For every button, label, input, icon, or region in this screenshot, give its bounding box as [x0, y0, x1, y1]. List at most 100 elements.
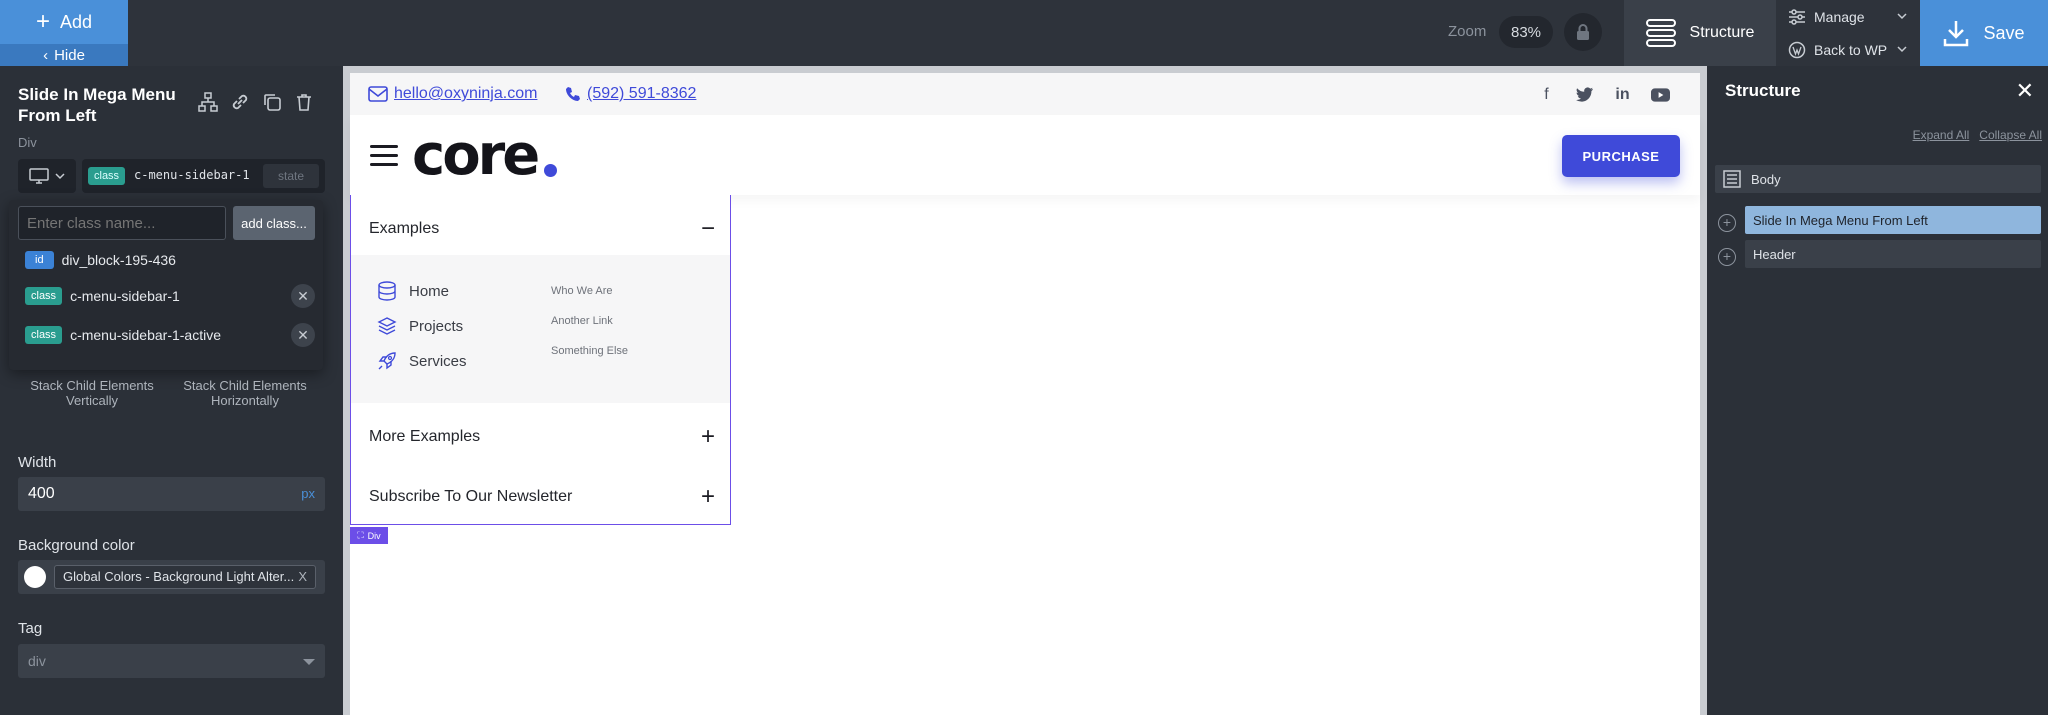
expand-all-link[interactable]: Expand All — [1913, 128, 1970, 142]
linkedin-icon[interactable]: in — [1613, 85, 1632, 104]
stack-vertical-option[interactable]: Stack Child Elements Vertically — [17, 378, 167, 408]
trash-icon[interactable] — [294, 92, 314, 112]
accordion-header[interactable]: More Examples + — [369, 423, 715, 451]
back-to-wp-label: Back to WP — [1814, 41, 1888, 58]
sliders-icon — [1789, 8, 1805, 25]
add-child-icon[interactable]: + — [1718, 248, 1736, 266]
class-selector[interactable]: class c-menu-sidebar-1 state — [82, 159, 325, 193]
menu-link-label: Home — [409, 282, 450, 300]
youtube-icon[interactable] — [1651, 85, 1670, 104]
width-unit[interactable]: px — [301, 486, 315, 501]
add-button[interactable]: + Add — [0, 0, 128, 44]
phone-link[interactable]: (592) 591-8362 — [565, 85, 696, 103]
clear-color-button[interactable]: X — [298, 566, 307, 588]
menu-link-projects[interactable]: Projects — [377, 316, 463, 336]
twitter-icon[interactable] — [1575, 85, 1594, 104]
global-color-pill[interactable]: Global Colors - Background Light Alter..… — [54, 565, 316, 589]
selected-element-type: Div — [367, 530, 381, 541]
class-badge: class — [88, 167, 126, 185]
mega-menu-sidebar[interactable]: Examples − Home Projects Services Who We… — [350, 195, 731, 525]
download-icon — [1944, 21, 1969, 47]
selector-item[interactable]: class c-menu-sidebar-1 ✕ — [25, 284, 315, 308]
lock-icon — [1577, 24, 1589, 40]
save-button[interactable]: Save — [1920, 0, 2048, 66]
link-icon[interactable] — [230, 92, 250, 112]
close-icon[interactable]: ✕ — [2016, 78, 2034, 104]
state-button[interactable]: state — [263, 164, 319, 188]
menu-link-services[interactable]: Services — [377, 351, 467, 371]
save-button-label: Save — [1983, 22, 2025, 43]
element-actions — [198, 92, 314, 112]
accordion-title: More Examples — [369, 428, 481, 445]
structure-tree-icon[interactable] — [198, 92, 218, 112]
selector-name: div_block-195-436 — [61, 252, 176, 268]
lock-button[interactable] — [1564, 13, 1602, 51]
tree-item-header[interactable]: Header — [1745, 240, 2041, 268]
add-child-icon[interactable]: + — [1718, 214, 1736, 232]
tag-label: Tag — [18, 620, 43, 637]
phone-icon — [566, 87, 580, 101]
element-title: Slide In Mega Menu From Left — [18, 85, 176, 125]
manage-menu-stack: Manage Back to WP — [1778, 0, 1918, 66]
width-value: 400 — [28, 485, 55, 502]
rocket-icon — [377, 351, 397, 371]
back-to-wp-menu[interactable]: Back to WP — [1778, 33, 1918, 66]
class-selector-row: class c-menu-sidebar-1 state — [18, 159, 325, 193]
facebook-icon[interactable]: f — [1537, 85, 1556, 104]
accordion-title: Examples — [369, 220, 440, 237]
site-header: core PURCHASE — [350, 115, 1700, 195]
tag-select[interactable]: div — [18, 644, 325, 678]
tree-item-label: Body — [1751, 171, 1781, 187]
top-contact-bar: hello@oxyninja.com (592) 591-8362 f in — [350, 73, 1700, 115]
add-class-button[interactable]: add class... — [233, 206, 315, 240]
purchase-button[interactable]: PURCHASE — [1562, 135, 1680, 177]
structure-tab[interactable]: Structure — [1624, 0, 1776, 66]
tree-item-body[interactable]: Body — [1715, 165, 2041, 193]
email-link[interactable]: hello@oxyninja.com — [368, 85, 537, 103]
hide-button[interactable]: ‹ Hide — [0, 44, 128, 66]
tree-item-selected[interactable]: Slide In Mega Menu From Left — [1745, 206, 2041, 234]
sub-link[interactable]: Who We Are — [551, 285, 613, 297]
selected-element-tag[interactable]: ⛶ Div — [350, 527, 388, 544]
class-dropdown: add class... id div_block-195-436 class … — [9, 200, 323, 370]
id-badge: id — [25, 251, 54, 269]
menu-link-home[interactable]: Home — [377, 281, 449, 301]
manage-menu[interactable]: Manage — [1778, 0, 1918, 33]
background-color-field[interactable]: Global Colors - Background Light Alter..… — [18, 560, 325, 594]
structure-panel: Structure ✕ Expand All Collapse All Body… — [1707, 66, 2048, 715]
selector-name: c-menu-sidebar-1-active — [70, 327, 222, 343]
structure-panel-title: Structure — [1725, 81, 1801, 100]
phone-text: (592) 591-8362 — [587, 85, 697, 102]
site-logo[interactable]: core — [412, 123, 540, 188]
device-selector[interactable] — [18, 159, 76, 193]
selector-item[interactable]: class c-menu-sidebar-1-active ✕ — [25, 323, 315, 347]
plus-icon: + — [35, 8, 50, 35]
collapse-all-link[interactable]: Collapse All — [1979, 128, 2042, 142]
selector-item[interactable]: id div_block-195-436 — [25, 250, 315, 270]
class-name-input[interactable] — [18, 206, 226, 240]
color-swatch[interactable] — [24, 566, 46, 588]
class-badge: class — [25, 326, 63, 344]
sub-link[interactable]: Something Else — [551, 345, 628, 357]
remove-class-icon[interactable]: ✕ — [291, 284, 315, 308]
email-text: hello@oxyninja.com — [394, 85, 538, 102]
top-toolbar: + Add ‹ Hide Zoom 83% Structure Manage B… — [0, 0, 2048, 66]
tree-item-label: Header — [1753, 246, 1796, 262]
plus-icon: + — [700, 423, 715, 450]
current-class-name: c-menu-sidebar-1 — [134, 168, 250, 182]
duplicate-icon[interactable] — [262, 92, 282, 112]
add-button-label: Add — [59, 11, 93, 32]
accordion-header[interactable]: Subscribe To Our Newsletter + — [369, 483, 715, 511]
zoom-label: Zoom — [1448, 23, 1487, 40]
width-input[interactable]: 400 px — [18, 477, 325, 511]
structure-tab-label: Structure — [1689, 24, 1755, 41]
sub-link[interactable]: Another Link — [551, 315, 613, 327]
remove-class-icon[interactable]: ✕ — [291, 323, 315, 347]
width-label: Width — [18, 454, 57, 471]
zoom-value[interactable]: 83% — [1499, 16, 1553, 48]
accordion-header[interactable]: Examples − — [369, 215, 715, 243]
properties-panel: Slide In Mega Menu From Left Div class c… — [0, 66, 343, 715]
hamburger-menu-icon[interactable] — [370, 145, 398, 167]
stack-horizontal-option[interactable]: Stack Child Elements Horizontally — [170, 378, 320, 408]
global-color-name: Global Colors - Background Light Alter..… — [63, 569, 295, 584]
